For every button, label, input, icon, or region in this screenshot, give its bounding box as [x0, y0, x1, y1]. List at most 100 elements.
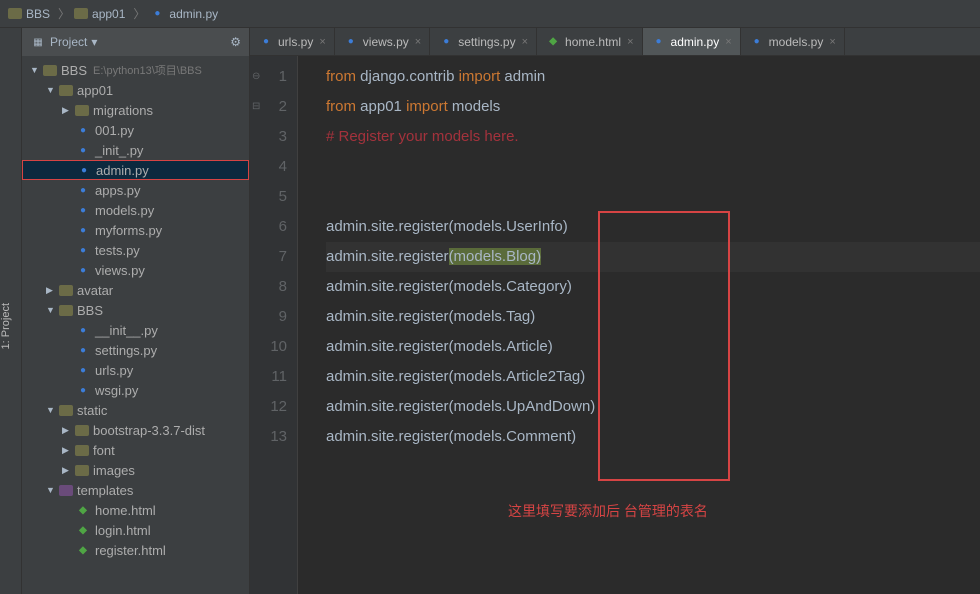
line-number: 10 — [250, 332, 287, 362]
tree-row[interactable]: ●wsgi.py — [22, 380, 249, 400]
html-file-icon: ◆ — [545, 35, 561, 49]
tree-arrow-icon[interactable]: ▼ — [46, 485, 56, 495]
breadcrumb-part[interactable]: BBS — [26, 7, 50, 21]
tree-arrow-icon[interactable]: ▼ — [46, 405, 56, 415]
project-tree[interactable]: ▼BBSE:\python13\项目\BBS▼app01▶migrations●… — [22, 56, 249, 594]
editor-tab[interactable]: ◆ home.html × — [537, 28, 642, 55]
python-file-icon: ● — [651, 35, 667, 49]
tree-row[interactable]: ▼ app01 — [22, 80, 249, 100]
editor-area: ●urls.py×●views.py×●settings.py×◆home.ht… — [250, 28, 980, 594]
tab-label: settings.py — [458, 35, 515, 49]
tree-row[interactable]: ▼templates — [22, 480, 249, 500]
folder-icon — [75, 445, 89, 456]
tree-row[interactable]: ▼BBSE:\python13\项目\BBS — [22, 60, 249, 80]
code-line[interactable]: from app01 import models — [326, 92, 980, 122]
tab-close-icon[interactable]: × — [829, 36, 835, 48]
tree-row[interactable]: ●tests.py — [22, 240, 249, 260]
python-file-icon: ● — [75, 263, 91, 277]
gear-icon[interactable]: ⚙ — [230, 35, 241, 49]
code-line[interactable]: admin.site.register(models.Category) — [326, 272, 980, 302]
tab-label: home.html — [565, 35, 621, 49]
tree-arrow-icon[interactable]: ▼ — [30, 65, 40, 75]
tab-close-icon[interactable]: × — [415, 36, 421, 48]
breadcrumb-sep-icon: 〉 — [133, 5, 145, 22]
tree-row[interactable]: ◆register.html — [22, 540, 249, 560]
folder-icon — [43, 65, 57, 76]
tab-close-icon[interactable]: × — [522, 36, 528, 48]
code-line[interactable] — [326, 152, 980, 182]
tree-row[interactable]: ◆login.html — [22, 520, 249, 540]
folder-icon — [59, 305, 73, 316]
python-file-icon: ● — [75, 223, 91, 237]
tree-row[interactable]: ◆home.html — [22, 500, 249, 520]
fold-icon[interactable]: ⊖ — [252, 62, 260, 92]
html-file-icon: ◆ — [75, 503, 91, 517]
line-number: 13 — [250, 422, 287, 452]
tab-label: urls.py — [278, 35, 313, 49]
tree-row[interactable]: ▼static — [22, 400, 249, 420]
tree-row[interactable]: ●apps.py — [22, 180, 249, 200]
tree-row[interactable]: ▶font — [22, 440, 249, 460]
tree-row[interactable]: ▶bootstrap-3.3.7-dist — [22, 420, 249, 440]
tree-arrow-icon[interactable]: ▶ — [62, 425, 72, 436]
code-line[interactable] — [326, 182, 980, 212]
code-line[interactable]: admin.site.register(models.Comment) — [326, 422, 980, 452]
python-file-icon: ● — [75, 383, 91, 397]
tree-arrow-icon[interactable]: ▶ — [46, 285, 56, 296]
python-file-icon: ● — [75, 183, 91, 197]
code-line[interactable]: # Register your models here. — [326, 122, 980, 152]
code-line[interactable]: admin.site.register(models.Tag) — [326, 302, 980, 332]
code-line[interactable]: admin.site.register(models.Blog) — [326, 242, 980, 272]
dropdown-icon[interactable]: ▾ — [91, 35, 97, 49]
tree-item-name: urls.py — [95, 363, 133, 378]
tree-row[interactable]: ▶avatar — [22, 280, 249, 300]
tree-row[interactable]: ●settings.py — [22, 340, 249, 360]
code-line[interactable]: admin.site.register(models.Article) — [326, 332, 980, 362]
tab-close-icon[interactable]: × — [319, 36, 325, 48]
folder-icon — [74, 8, 88, 19]
side-tab-project[interactable]: 1: Project — [0, 28, 22, 594]
code-line[interactable]: admin.site.register(models.UpAndDown) — [326, 392, 980, 422]
tree-arrow-icon[interactable]: ▶ — [62, 465, 72, 476]
tree-row[interactable]: ●__init__.py — [22, 320, 249, 340]
tree-item-name: images — [93, 463, 135, 478]
tree-arrow-icon[interactable]: ▶ — [62, 445, 72, 456]
tree-row[interactable]: ●admin.py — [22, 160, 249, 180]
tree-item-name: views.py — [95, 263, 145, 278]
tree-row[interactable]: ▼BBS — [22, 300, 249, 320]
tree-row[interactable]: ▶ images — [22, 460, 249, 480]
tree-item-name: app01 — [77, 83, 113, 98]
editor-tab[interactable]: ●urls.py× — [250, 28, 335, 55]
editor-tab[interactable]: ●views.py× — [335, 28, 430, 55]
code-line[interactable]: admin.site.register(models.UserInfo) — [326, 212, 980, 242]
editor-tab[interactable]: ●admin.py× — [643, 28, 741, 55]
tab-close-icon[interactable]: × — [627, 36, 633, 48]
tree-arrow-icon[interactable]: ▼ — [46, 85, 56, 95]
project-panel-header[interactable]: ▦ Project ▾ ⚙ — [22, 28, 249, 56]
tree-arrow-icon[interactable]: ▶ — [62, 105, 72, 116]
tree-item-name: settings.py — [95, 343, 157, 358]
tree-row[interactable]: ●001.py — [22, 120, 249, 140]
code-area[interactable]: from django.contrib import adminfrom app… — [298, 56, 980, 594]
editor-tab[interactable]: ●models.py× — [741, 28, 845, 55]
tree-arrow-icon[interactable]: ▼ — [46, 305, 56, 315]
editor-tab[interactable]: ●settings.py× — [430, 28, 537, 55]
folder-icon — [75, 425, 89, 436]
tree-row[interactable]: ● views.py — [22, 260, 249, 280]
tree-row[interactable]: ●models.py — [22, 200, 249, 220]
breadcrumb-part[interactable]: admin.py — [169, 7, 218, 21]
code-line[interactable]: admin.site.register(models.Article2Tag) — [326, 362, 980, 392]
breadcrumb-part[interactable]: app01 — [92, 7, 125, 21]
fold-icon[interactable]: ⊟ — [252, 92, 260, 122]
python-file-icon: ● — [75, 123, 91, 137]
tree-row[interactable]: ●myforms.py — [22, 220, 249, 240]
tree-row[interactable]: ●urls.py — [22, 360, 249, 380]
python-file-icon: ● — [75, 143, 91, 157]
line-number: 9 — [250, 302, 287, 332]
editor-body[interactable]: ⊖ ⊟ 12345678910111213 from django.contri… — [250, 56, 980, 594]
tab-close-icon[interactable]: × — [725, 36, 731, 48]
code-line[interactable]: from django.contrib import admin — [326, 62, 980, 92]
tree-row[interactable]: ▶migrations — [22, 100, 249, 120]
tree-row[interactable]: ●_init_.py — [22, 140, 249, 160]
python-file-icon: ● — [76, 163, 92, 177]
